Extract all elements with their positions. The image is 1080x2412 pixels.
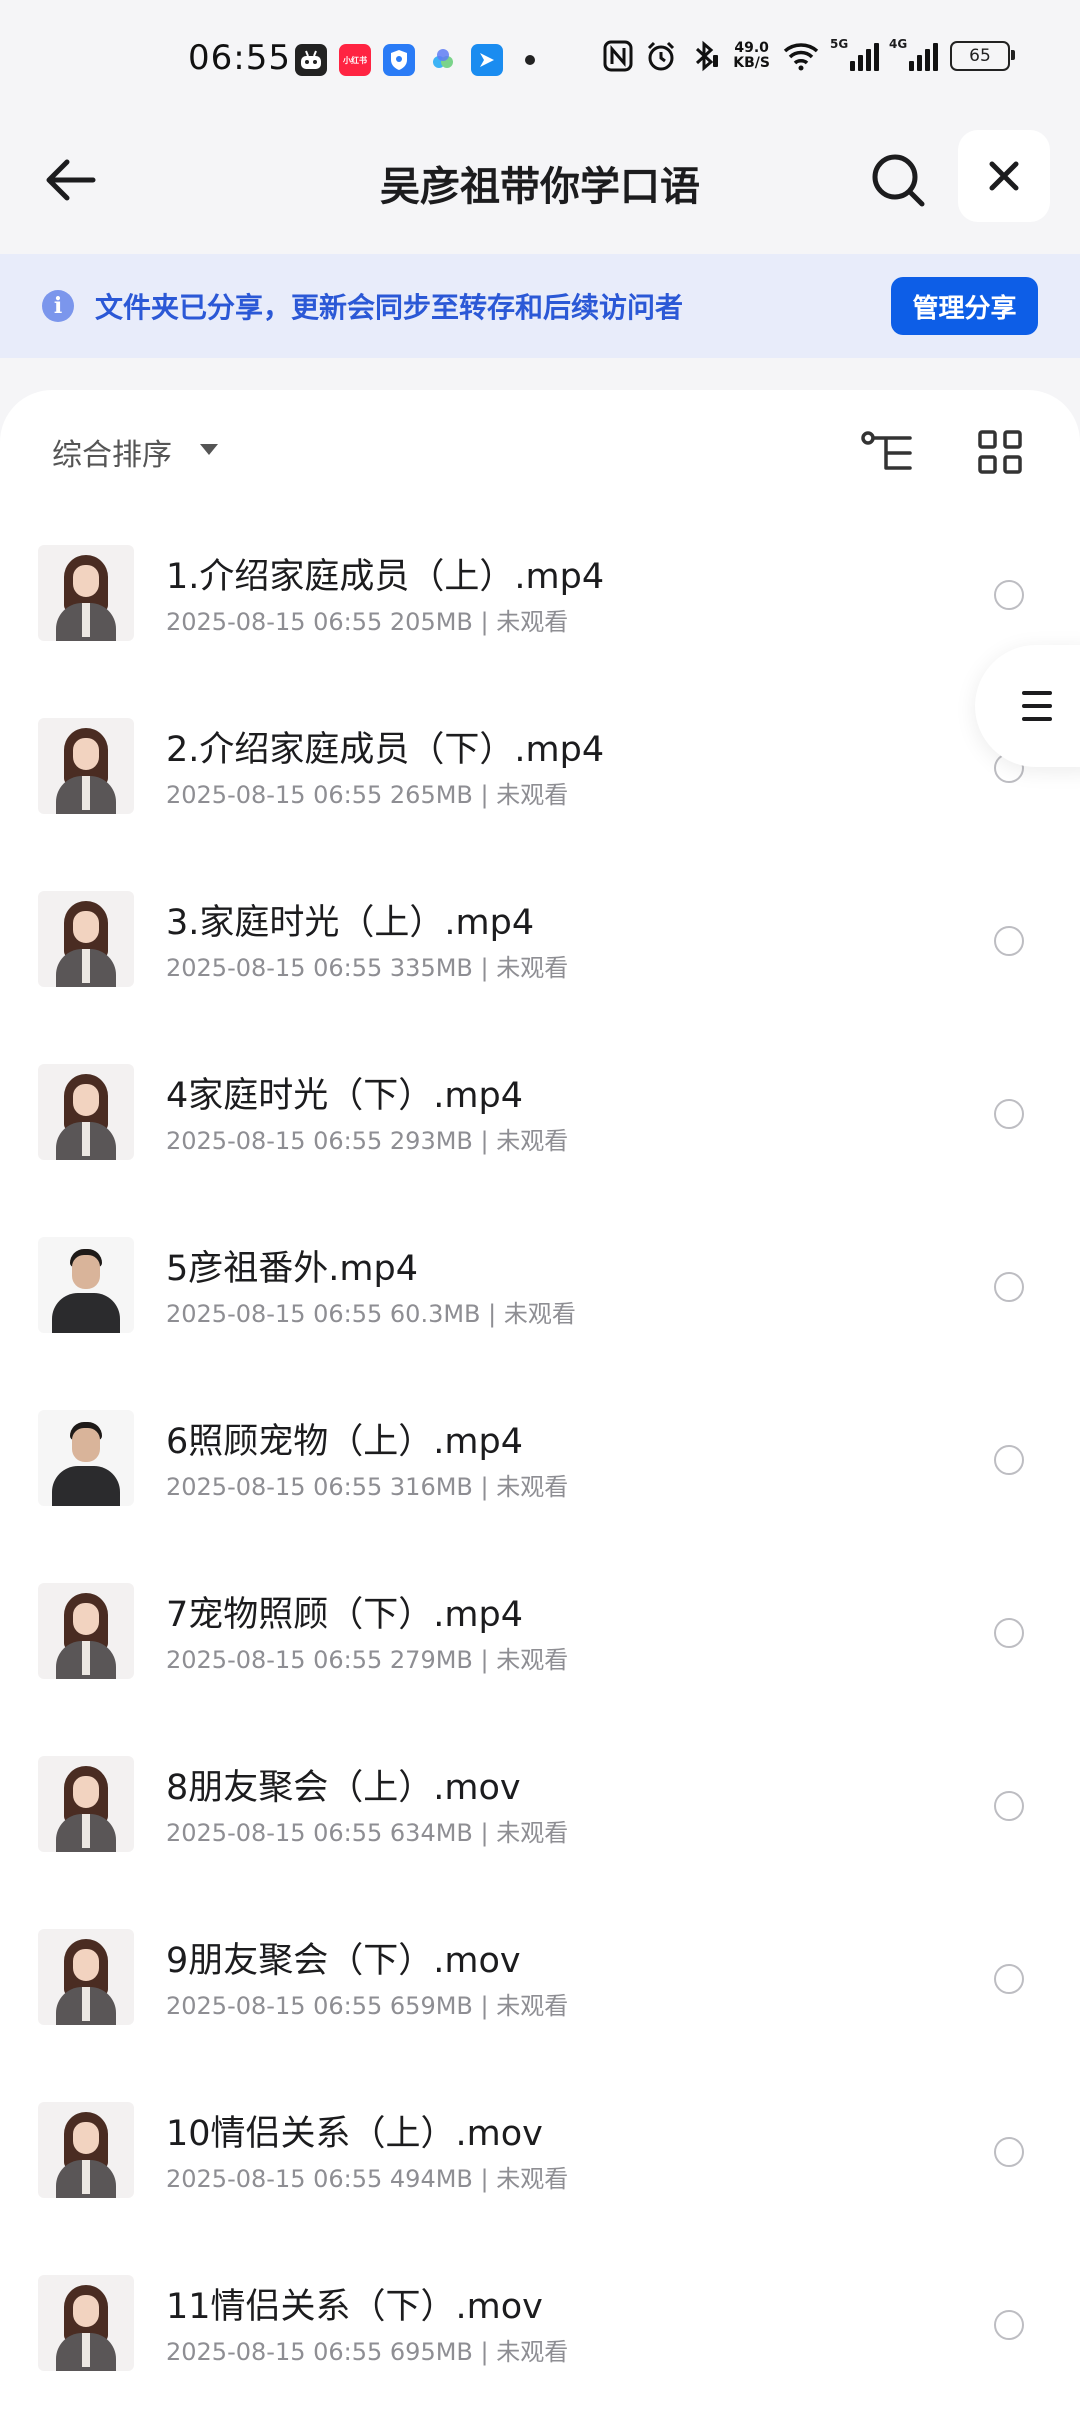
file-name: 11情侣关系（下）.mov bbox=[166, 2287, 543, 2327]
status-bar: 06:55 小红书 49.0 KB/S 5G 4G 65 bbox=[0, 0, 1080, 120]
file-list: 1.介绍家庭成员（上）.mp4 2025-08-15 06:55 205MB | … bbox=[0, 520, 1080, 2412]
more-notifications-dot bbox=[525, 55, 535, 65]
file-name: 10情侣关系（上）.mov bbox=[166, 2114, 543, 2154]
file-name: 3.家庭时光（上）.mp4 bbox=[166, 903, 535, 943]
battery-icon: 65 bbox=[950, 41, 1015, 71]
select-radio[interactable] bbox=[994, 1618, 1024, 1648]
share-banner: i 文件夹已分享，更新会同步至转存和后续访问者 管理分享 bbox=[0, 254, 1080, 358]
status-time: 06:55 bbox=[188, 38, 291, 78]
grid-view-button[interactable] bbox=[976, 428, 1024, 476]
sort-dropdown[interactable]: 综合排序 bbox=[52, 430, 172, 474]
file-list-item[interactable]: 9朋友聚会（下）.mov 2025-08-15 06:55 659MB | 未观看 bbox=[0, 1904, 1080, 2077]
file-meta: 2025-08-15 06:55 205MB | 未观看 bbox=[166, 608, 569, 636]
video-thumbnail bbox=[38, 2275, 134, 2371]
file-name: 1.介绍家庭成员（上）.mp4 bbox=[166, 557, 605, 597]
nfc-icon bbox=[603, 40, 633, 72]
file-list-item[interactable]: 1.介绍家庭成员（上）.mp4 2025-08-15 06:55 205MB | … bbox=[0, 520, 1080, 693]
file-name: 2.介绍家庭成员（下）.mp4 bbox=[166, 730, 605, 770]
select-radio[interactable] bbox=[994, 1445, 1024, 1475]
grid-view-icon bbox=[978, 430, 1022, 474]
file-list-item[interactable]: 2.介绍家庭成员（下）.mp4 2025-08-15 06:55 265MB | … bbox=[0, 693, 1080, 866]
bluetooth-icon bbox=[696, 40, 719, 72]
file-meta: 2025-08-15 06:55 634MB | 未观看 bbox=[166, 1819, 569, 1847]
file-list-item[interactable]: 10情侣关系（上）.mov 2025-08-15 06:55 494MB | 未观… bbox=[0, 2077, 1080, 2250]
notification-icons: 小红书 bbox=[295, 44, 535, 76]
file-meta: 2025-08-15 06:55 659MB | 未观看 bbox=[166, 1992, 569, 2020]
close-button[interactable] bbox=[958, 130, 1050, 222]
file-list-item[interactable]: 6照顾宠物（上）.mp4 2025-08-15 06:55 316MB | 未观看 bbox=[0, 1385, 1080, 1558]
select-radio[interactable] bbox=[994, 1272, 1024, 1302]
file-name: 4家庭时光（下）.mp4 bbox=[166, 1076, 523, 1116]
video-thumbnail bbox=[38, 1756, 134, 1852]
select-radio[interactable] bbox=[994, 1791, 1024, 1821]
file-meta: 2025-08-15 06:55 695MB | 未观看 bbox=[166, 2338, 569, 2366]
file-list-item[interactable]: 4家庭时光（下）.mp4 2025-08-15 06:55 293MB | 未观看 bbox=[0, 1039, 1080, 1212]
battery-level: 65 bbox=[969, 46, 991, 66]
send-app-icon bbox=[471, 44, 503, 76]
list-toolbar: 综合排序 bbox=[0, 390, 1080, 510]
video-thumbnail bbox=[38, 1583, 134, 1679]
signal-4g-label: 4G bbox=[889, 37, 908, 51]
signal-4g-icon: 4G bbox=[889, 37, 938, 71]
tree-view-button[interactable] bbox=[860, 426, 916, 482]
manage-share-button[interactable]: 管理分享 bbox=[891, 277, 1038, 335]
file-meta: 2025-08-15 06:55 265MB | 未观看 bbox=[166, 781, 569, 809]
video-thumbnail bbox=[38, 1064, 134, 1160]
select-radio[interactable] bbox=[994, 580, 1024, 610]
net-speed-unit: KB/S bbox=[733, 55, 770, 71]
file-name: 8朋友聚会（上）.mov bbox=[166, 1768, 521, 1808]
alarm-icon bbox=[648, 41, 675, 71]
caret-down-icon[interactable] bbox=[200, 444, 218, 455]
video-thumbnail bbox=[38, 891, 134, 987]
file-meta: 2025-08-15 06:55 279MB | 未观看 bbox=[166, 1646, 569, 1674]
file-meta: 2025-08-15 06:55 335MB | 未观看 bbox=[166, 954, 569, 982]
select-radio[interactable] bbox=[994, 2310, 1024, 2340]
video-thumbnail bbox=[38, 1410, 134, 1506]
file-list-item[interactable]: 11情侣关系（下）.mov 2025-08-15 06:55 695MB | 未观… bbox=[0, 2250, 1080, 2412]
signal-5g-label: 5G bbox=[830, 37, 849, 51]
share-banner-text: 文件夹已分享，更新会同步至转存和后续访问者 bbox=[95, 291, 684, 324]
video-thumbnail bbox=[38, 2102, 134, 2198]
signal-5g-icon: 5G bbox=[830, 37, 879, 71]
system-icons: 49.0 KB/S 5G 4G 65 bbox=[603, 37, 1015, 72]
search-icon bbox=[872, 154, 925, 207]
video-thumbnail bbox=[38, 1929, 134, 2025]
menu-icon bbox=[1022, 691, 1052, 721]
file-list-item[interactable]: 7宠物照顾（下）.mp4 2025-08-15 06:55 279MB | 未观看 bbox=[0, 1558, 1080, 1731]
file-name: 7宠物照顾（下）.mp4 bbox=[166, 1595, 523, 1635]
file-meta: 2025-08-15 06:55 60.3MB | 未观看 bbox=[166, 1300, 576, 1328]
file-list-item[interactable]: 5彦祖番外.mp4 2025-08-15 06:55 60.3MB | 未观看 bbox=[0, 1212, 1080, 1385]
search-button[interactable] bbox=[866, 148, 930, 212]
close-icon bbox=[989, 161, 1019, 191]
file-list-item[interactable]: 3.家庭时光（上）.mp4 2025-08-15 06:55 335MB | 未观… bbox=[0, 866, 1080, 1039]
select-radio[interactable] bbox=[994, 1099, 1024, 1129]
select-radio[interactable] bbox=[994, 1964, 1024, 1994]
select-radio[interactable] bbox=[994, 2137, 1024, 2167]
video-thumbnail bbox=[38, 545, 134, 641]
info-icon: i bbox=[42, 290, 74, 322]
file-name: 6照顾宠物（上）.mp4 bbox=[166, 1422, 523, 1462]
robot-app-icon bbox=[295, 44, 327, 76]
shield-app-icon bbox=[383, 44, 415, 76]
file-meta: 2025-08-15 06:55 293MB | 未观看 bbox=[166, 1127, 569, 1155]
video-thumbnail bbox=[38, 718, 134, 814]
cloud-app-icon bbox=[427, 44, 459, 76]
file-meta: 2025-08-15 06:55 316MB | 未观看 bbox=[166, 1473, 569, 1501]
file-meta: 2025-08-15 06:55 494MB | 未观看 bbox=[166, 2165, 569, 2193]
file-list-item[interactable]: 8朋友聚会（上）.mov 2025-08-15 06:55 634MB | 未观看 bbox=[0, 1731, 1080, 1904]
network-speed: 49.0 KB/S bbox=[733, 41, 770, 71]
screen: 06:55 小红书 49.0 KB/S 5G 4G 65 吴彦祖带你学口语 i … bbox=[0, 0, 1080, 2412]
wifi-icon bbox=[783, 43, 819, 71]
file-name: 5彦祖番外.mp4 bbox=[166, 1249, 418, 1289]
tree-view-icon bbox=[861, 431, 912, 470]
xiaohongshu-app-icon: 小红书 bbox=[339, 44, 371, 76]
app-header: 吴彦祖带你学口语 bbox=[0, 120, 1080, 250]
file-list-panel: 综合排序 1.介绍家庭成员（上）.mp4 2025-08-15 06:55 205… bbox=[0, 390, 1080, 2412]
net-speed-value: 49.0 bbox=[734, 40, 769, 56]
file-name: 9朋友聚会（下）.mov bbox=[166, 1941, 521, 1981]
video-thumbnail bbox=[38, 1237, 134, 1333]
select-radio[interactable] bbox=[994, 926, 1024, 956]
